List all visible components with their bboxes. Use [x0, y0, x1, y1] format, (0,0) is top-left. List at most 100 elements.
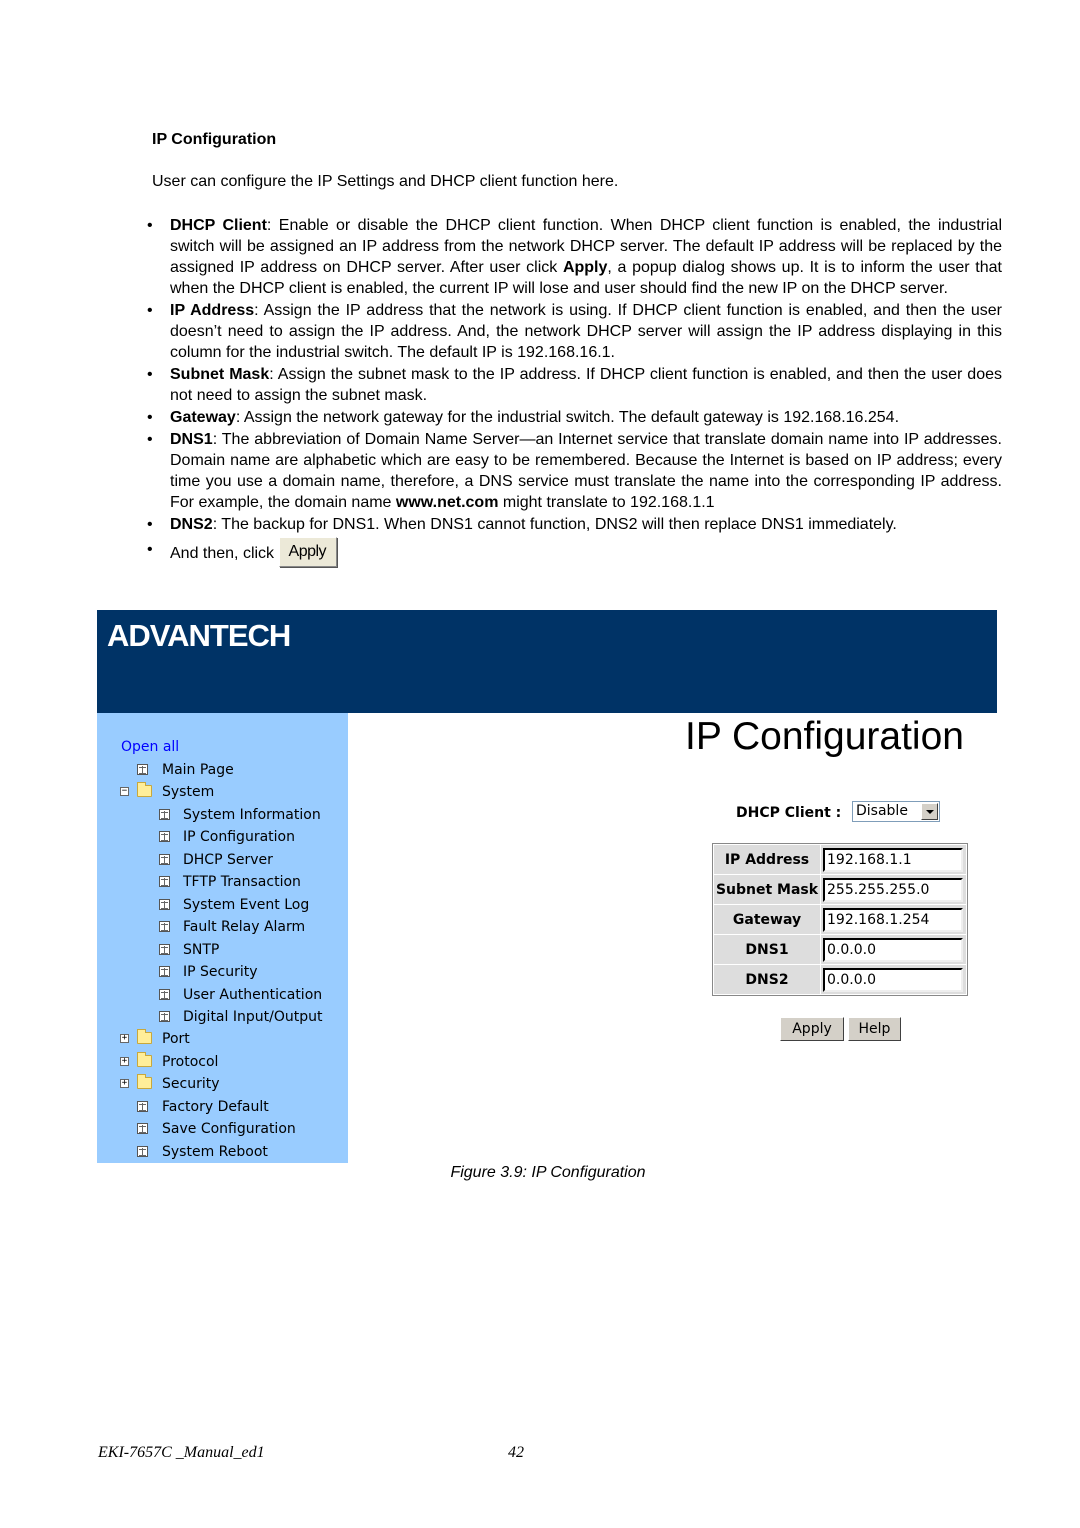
sidebar-item-label: Factory Default — [162, 1098, 269, 1115]
sidebar-item-save-configuration[interactable]: Save Configuration — [97, 1120, 348, 1138]
bullet-list: • DHCP Client: Enable or disable the DHCP… — [144, 215, 1002, 570]
help-button[interactable]: Help — [848, 1017, 901, 1041]
sidebar-item-ip-security[interactable]: IP Security — [97, 963, 348, 981]
sidebar-item-security[interactable]: + Security — [97, 1074, 348, 1093]
sidebar-item-label: SNTP — [183, 941, 220, 958]
gateway-input[interactable] — [823, 907, 963, 932]
page-icon — [137, 1145, 148, 1157]
page-icon — [159, 876, 170, 888]
sidebar-item-label: Digital Input/Output — [183, 1008, 323, 1025]
desc: might translate to 192.168.1.1 — [498, 494, 715, 511]
term: DNS2 — [170, 516, 213, 533]
bullet-dns1: • DNS1: The abbreviation of Domain Name S… — [144, 429, 1002, 513]
folder-open-icon — [137, 782, 152, 798]
sidebar-item-sntp[interactable]: SNTP — [97, 941, 348, 959]
table-row: Gateway — [714, 905, 966, 934]
sidebar-item-system-information[interactable]: System Information — [97, 806, 348, 824]
inline-apply-button[interactable]: Apply — [278, 537, 338, 567]
page-icon — [159, 853, 170, 865]
dhcp-client-value: Disable — [856, 803, 908, 819]
bullet-icon: • — [147, 541, 153, 558]
folder-icon — [137, 1029, 152, 1045]
field-label: Subnet Mask — [714, 875, 820, 904]
sidebar-item-label: Port — [162, 1031, 190, 1048]
section-title: IP Configuration — [152, 131, 277, 148]
sidebar-item-ip-configuration[interactable]: IP Configuration — [97, 828, 348, 846]
sidebar-item-system[interactable]: − System — [97, 782, 348, 801]
sidebar-item-factory-default[interactable]: Factory Default — [97, 1098, 348, 1116]
collapse-icon[interactable]: − — [120, 787, 129, 797]
field-cell — [821, 905, 966, 934]
bullet-icon: • — [147, 302, 153, 319]
page-icon — [137, 764, 148, 775]
ip-address-input[interactable] — [823, 847, 963, 872]
bullet-and-then: • And then, click Apply — [144, 537, 1002, 569]
dns1-input[interactable] — [823, 937, 963, 962]
bullet-subnet-mask: • Subnet Mask: Assign the subnet mask to … — [144, 364, 1002, 406]
footer-doc-name: EKI-7657C _Manual_ed1 — [98, 1444, 265, 1461]
page-icon — [159, 808, 170, 820]
bullet-icon: • — [147, 409, 153, 426]
header-banner: ADVANTECH — [97, 610, 997, 713]
page-icon — [137, 1123, 148, 1135]
term: Gateway — [170, 409, 236, 426]
sidebar-item-label: System — [162, 784, 215, 801]
dns2-input[interactable] — [823, 967, 963, 992]
sidebar-item-label: System Information — [183, 806, 321, 823]
sidebar-item-main-page[interactable]: Main Page — [97, 761, 348, 779]
sidebar-item-label: IP Configuration — [183, 829, 295, 846]
table-row: IP Address — [714, 845, 966, 874]
sidebar-item-label: Security — [162, 1076, 220, 1093]
table-row: DNS2 — [714, 965, 966, 994]
sidebar-item-port[interactable]: + Port — [97, 1029, 348, 1048]
apply-button[interactable]: Apply — [780, 1017, 844, 1041]
sidebar-item-dhcp-server[interactable]: DHCP Server — [97, 851, 348, 869]
desc: : Assign the subnet mask to the IP addre… — [170, 366, 1002, 404]
expand-icon[interactable]: + — [120, 1079, 129, 1089]
page-icon — [159, 943, 170, 955]
dhcp-client-select[interactable]: Disable — [852, 801, 940, 822]
sidebar — [97, 713, 348, 1163]
field-label: Gateway — [714, 905, 820, 934]
sidebar-item-system-reboot[interactable]: System Reboot — [97, 1143, 348, 1161]
ip-settings-table: IP Address Subnet Mask Gateway DNS1 DNS2 — [712, 843, 968, 996]
bullet-icon: • — [147, 516, 153, 533]
sidebar-item-label: System Reboot — [162, 1143, 268, 1160]
sidebar-item-protocol[interactable]: + Protocol — [97, 1051, 348, 1071]
sidebar-item-label: Protocol — [162, 1053, 219, 1070]
sidebar-item-label: User Authentication — [183, 986, 323, 1003]
term: Subnet Mask — [170, 366, 270, 383]
field-label: IP Address — [714, 845, 820, 874]
open-all-link[interactable]: Open all — [121, 739, 179, 755]
desc: : The backup for DNS1. When DNS1 cannot … — [212, 516, 897, 533]
bullet-dhcp-client: • DHCP Client: Enable or disable the DHCP… — [144, 215, 1002, 299]
field-cell — [821, 875, 966, 904]
sidebar-item-label: DHCP Server — [183, 851, 273, 868]
folder-icon — [137, 1051, 152, 1067]
bullet-icon: • — [147, 217, 153, 234]
dhcp-client-label: DHCP Client : — [736, 805, 842, 821]
field-cell — [821, 935, 966, 964]
sidebar-item-digital-input-output[interactable]: Digital Input/Output — [97, 1008, 348, 1026]
bullet-dns2: • DNS2: The backup for DNS1. When DNS1 ca… — [144, 514, 1002, 535]
sidebar-item-label: Save Configuration — [162, 1121, 296, 1138]
page-heading: IP Configuration — [685, 715, 964, 758]
sidebar-item-tftp-transaction[interactable]: TFTP Transaction — [97, 873, 348, 891]
page-icon — [137, 1100, 148, 1112]
expand-icon[interactable]: + — [120, 1056, 129, 1066]
page-icon — [159, 921, 170, 933]
expand-icon[interactable]: + — [120, 1034, 129, 1044]
table-row: Subnet Mask — [714, 875, 966, 904]
bullet-gateway: • Gateway: Assign the network gateway for… — [144, 407, 1002, 428]
advantech-logo: ADVANTECH — [107, 618, 291, 653]
dropdown-arrow-icon[interactable] — [921, 803, 938, 820]
page-icon — [159, 988, 170, 1000]
field-cell — [821, 845, 966, 874]
sidebar-item-user-authentication[interactable]: User Authentication — [97, 986, 348, 1004]
desc: : Assign the network gateway for the ind… — [235, 409, 900, 426]
desc: : Assign the IP address that the network… — [170, 302, 1003, 361]
sidebar-item-label: Fault Relay Alarm — [183, 919, 306, 936]
subnet-mask-input[interactable] — [823, 877, 963, 902]
sidebar-item-system-event-log[interactable]: System Event Log — [97, 896, 348, 914]
sidebar-item-fault-relay-alarm[interactable]: Fault Relay Alarm — [97, 918, 348, 936]
